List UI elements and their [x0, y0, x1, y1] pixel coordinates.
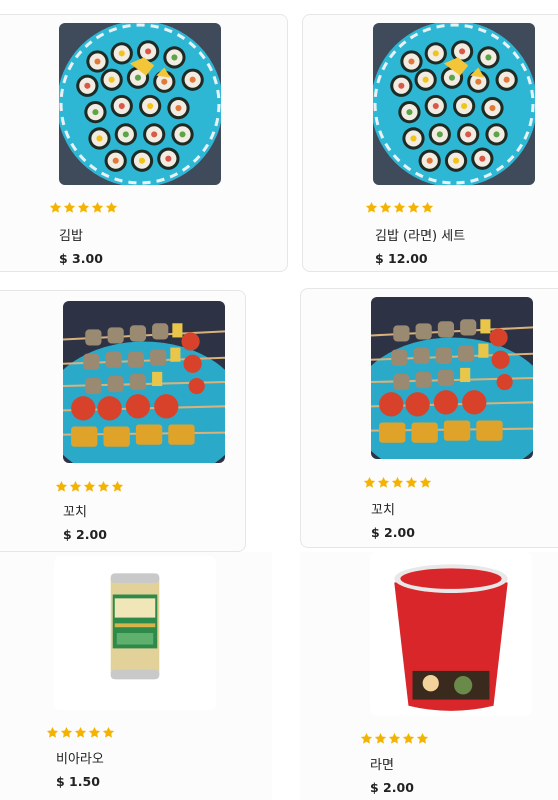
star-icon	[421, 201, 434, 214]
rating-stars	[363, 476, 432, 489]
star-icon	[393, 201, 406, 214]
star-icon	[407, 201, 420, 214]
star-icon	[88, 726, 101, 739]
star-icon	[63, 201, 76, 214]
product-price: $ 2.00	[371, 525, 415, 540]
product-card[interactable]: 김밥 $ 3.00	[0, 14, 288, 272]
star-icon	[105, 201, 118, 214]
rating-stars	[46, 726, 115, 739]
rating-stars	[365, 201, 434, 214]
star-icon	[97, 480, 110, 493]
star-icon	[416, 732, 429, 745]
product-price: $ 3.00	[59, 251, 103, 266]
star-icon	[402, 732, 415, 745]
star-icon	[377, 476, 390, 489]
rating-stars	[49, 201, 118, 214]
star-icon	[391, 476, 404, 489]
product-card[interactable]: 비아라오 $ 1.50	[0, 552, 272, 800]
product-name[interactable]: 꼬치	[63, 501, 87, 520]
product-card[interactable]: 라면 $ 2.00	[300, 552, 558, 800]
star-icon	[83, 480, 96, 493]
product-price: $ 2.00	[370, 780, 414, 795]
star-icon	[102, 726, 115, 739]
product-image[interactable]	[54, 556, 216, 710]
product-name[interactable]: 김밥	[59, 225, 83, 244]
rating-stars	[55, 480, 124, 493]
star-icon	[374, 732, 387, 745]
product-card[interactable]: 꼬치 $ 2.00	[300, 288, 558, 548]
product-name[interactable]: 라면	[370, 754, 394, 773]
star-icon	[74, 726, 87, 739]
star-icon	[55, 480, 68, 493]
product-name[interactable]: 비아라오	[56, 748, 104, 767]
product-image[interactable]	[59, 23, 221, 185]
product-price: $ 12.00	[375, 251, 428, 266]
star-icon	[388, 732, 401, 745]
product-card[interactable]: 꼬치 $ 2.00	[0, 290, 246, 552]
product-price: $ 2.00	[63, 527, 107, 542]
star-icon	[419, 476, 432, 489]
star-icon	[360, 732, 373, 745]
product-image[interactable]	[63, 301, 225, 463]
star-icon	[365, 201, 378, 214]
rating-stars	[360, 732, 429, 745]
star-icon	[77, 201, 90, 214]
star-icon	[379, 201, 392, 214]
star-icon	[69, 480, 82, 493]
product-image[interactable]	[370, 552, 532, 716]
star-icon	[363, 476, 376, 489]
product-card[interactable]: 김밥 (라면) 세트 $ 12.00	[302, 14, 558, 272]
star-icon	[111, 480, 124, 493]
star-icon	[60, 726, 73, 739]
product-name[interactable]: 김밥 (라면) 세트	[375, 225, 465, 244]
product-image[interactable]	[373, 23, 535, 185]
star-icon	[405, 476, 418, 489]
product-image[interactable]	[371, 297, 533, 459]
star-icon	[46, 726, 59, 739]
star-icon	[91, 201, 104, 214]
star-icon	[49, 201, 62, 214]
product-price: $ 1.50	[56, 774, 100, 789]
product-name[interactable]: 꼬치	[371, 499, 395, 518]
